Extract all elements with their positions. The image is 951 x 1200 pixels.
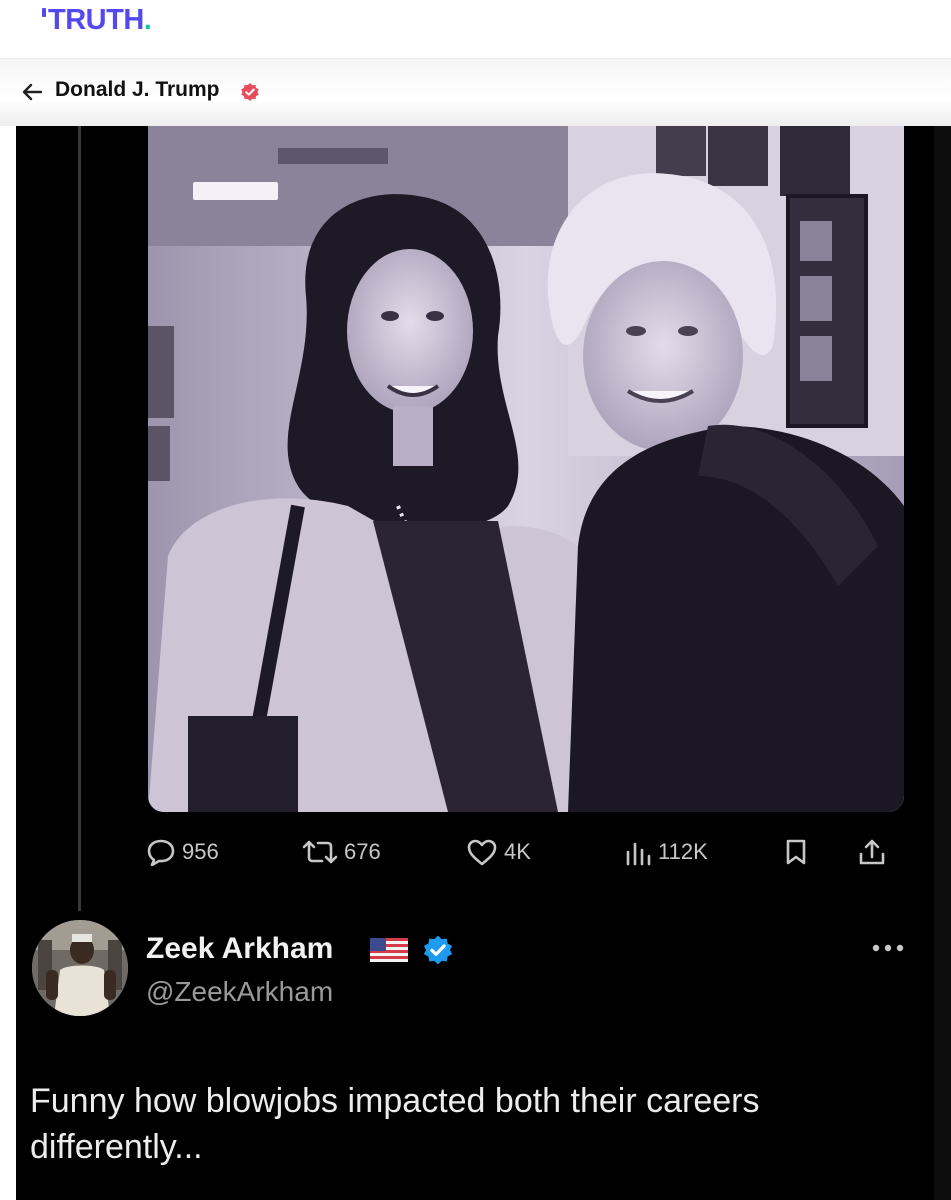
arrow-left-icon bbox=[22, 83, 43, 101]
post-photo[interactable] bbox=[148, 126, 904, 812]
bookmark-icon bbox=[786, 839, 806, 865]
logo-tick bbox=[42, 8, 46, 17]
reply-count-label: 956 bbox=[182, 839, 219, 864]
bookmark-button[interactable] bbox=[784, 832, 808, 872]
share-icon bbox=[859, 839, 885, 865]
us-flag-icon bbox=[370, 938, 408, 962]
screenshot-edge bbox=[934, 126, 951, 1200]
profile-name[interactable]: Donald J. Trump bbox=[55, 78, 220, 102]
view-count-label: 112K bbox=[658, 839, 708, 864]
avatar[interactable] bbox=[32, 920, 128, 1016]
like-count-label: 4K bbox=[504, 839, 531, 864]
comment-icon bbox=[147, 839, 175, 866]
back-button[interactable] bbox=[20, 80, 44, 104]
like-count[interactable]: 4K bbox=[466, 832, 531, 872]
view-count[interactable]: 112K bbox=[624, 832, 708, 872]
embedded-post-screenshot: 956 676 4K 112K Zeek Arkham @ZeekArkham … bbox=[16, 126, 951, 1200]
reply-author-name[interactable]: Zeek Arkham bbox=[146, 932, 333, 966]
thread-line bbox=[78, 126, 81, 911]
heart-icon bbox=[467, 839, 497, 866]
truth-logo[interactable]: TRUTH. bbox=[42, 4, 152, 37]
repost-count-label: 676 bbox=[344, 839, 381, 864]
top-bar: TRUTH. bbox=[0, 0, 951, 59]
reply-author-handle[interactable]: @ZeekArkham bbox=[146, 976, 333, 1008]
reply-count[interactable]: 956 bbox=[146, 832, 219, 872]
logo-dot: . bbox=[143, 4, 152, 36]
repost-count[interactable]: 676 bbox=[302, 832, 381, 872]
share-button[interactable] bbox=[858, 832, 886, 872]
repost-icon bbox=[302, 840, 338, 864]
more-dots-icon[interactable] bbox=[868, 938, 908, 958]
verified-badge-icon bbox=[241, 83, 259, 101]
views-icon bbox=[626, 842, 651, 866]
logo-text: TRUTH bbox=[48, 4, 144, 36]
avatar-photo-icon bbox=[32, 920, 128, 1016]
reply-text: Funny how blowjobs impacted both their c… bbox=[30, 1082, 760, 1166]
photo-two-women-icon bbox=[148, 126, 904, 812]
verified-badge-icon bbox=[423, 935, 453, 965]
